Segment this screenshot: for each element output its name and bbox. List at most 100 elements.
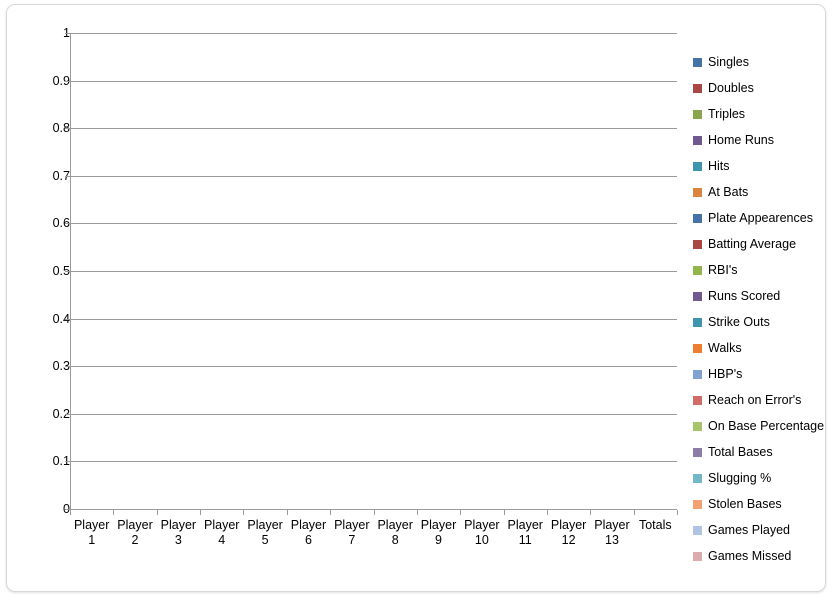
legend-label: On Base Percentage [708,418,825,433]
legend-item[interactable]: Doubles [693,75,825,101]
legend-swatch-icon [693,265,702,275]
legend-item[interactable]: Total Bases [693,439,825,465]
x-axis-category-line1: Totals [638,518,672,532]
gridline [70,223,677,225]
x-axis-category-line1: Player [420,518,457,532]
x-axis-category-label: Player 12 [547,518,590,548]
legend-item[interactable]: Singles [693,49,825,75]
legend-swatch-icon [693,213,702,223]
legend-item[interactable]: HBP's [693,361,825,387]
legend-swatch-icon [693,369,702,379]
legend-label: Batting Average [708,236,797,251]
x-axis-category-line2: 13 [605,533,619,547]
y-axis-tick-label: 0.6 [52,216,70,231]
legend-label: Total Bases [708,444,773,459]
x-axis-category-line1: Player [117,518,153,532]
x-axis-category-label: Player 6 [287,518,330,548]
legend-item[interactable]: On Base Percentage [693,413,825,439]
legend-item[interactable]: Games Missed [693,543,825,569]
legend-item[interactable]: Runs Scored [693,283,825,309]
x-axis-category-line2: 8 [391,533,399,547]
legend-swatch-icon [693,135,702,145]
legend-item[interactable]: Triples [693,101,825,127]
legend-swatch-icon [693,109,702,119]
x-axis-category-line2: 7 [348,533,356,547]
x-axis-category-line1: Player [594,518,630,532]
x-axis-category-line1: Player [204,518,240,532]
x-axis-category-line2: 2 [131,533,139,547]
x-axis-category-line2: 6 [304,533,312,547]
legend-item[interactable]: Strike Outs [693,309,825,335]
legend-swatch-icon [693,525,702,535]
legend-item[interactable]: Plate Appearences [693,205,825,231]
gridline [70,33,677,34]
y-axis-tick-label: 0.9 [52,73,70,88]
x-axis-category-line1: Player [160,518,197,532]
x-axis-category-line2: 10 [474,533,489,547]
x-axis-category-label: Player 7 [330,518,373,548]
x-axis-category-line2: 12 [561,533,576,547]
legend-item[interactable]: Home Runs [693,127,825,153]
legend-swatch-icon [693,317,702,327]
legend-label: Reach on Error's [708,392,802,407]
x-axis-category-line1: Player [550,518,587,532]
x-axis-category-label: Player 2 [113,518,156,548]
x-axis-tick-mark [287,510,288,515]
x-axis-category-label: Player 9 [417,518,460,548]
x-axis-category-line1: Player [464,518,500,532]
legend-swatch-icon [693,187,702,197]
x-axis-category-line2: 5 [261,533,269,547]
chart-legend: Singles Doubles Triples Home Runs Hits At Bat… [693,49,825,569]
legend-label: Games Missed [708,548,792,563]
legend-swatch-icon [693,239,702,249]
x-axis-category-label: Player 10 [460,518,503,548]
legend-item[interactable]: Batting Average [693,231,825,257]
x-axis-tick-mark [200,510,201,515]
x-axis-category-label: Player 11 [504,518,547,548]
legend-item[interactable]: RBI's [693,257,825,283]
legend-swatch-icon [693,421,702,431]
legend-item[interactable]: Hits [693,153,825,179]
legend-item[interactable]: Walks [693,335,825,361]
legend-item[interactable]: Slugging % [693,465,825,491]
x-axis-tick-mark [504,510,505,515]
legend-item[interactable]: Reach on Error's [693,387,825,413]
y-axis-tick-label: 0.7 [52,168,70,183]
x-axis-tick-mark [634,510,635,515]
legend-label: HBP's [708,366,743,381]
legend-label: Stolen Bases [708,496,782,511]
legend-item[interactable]: At Bats [693,179,825,205]
x-axis-tick-mark [374,510,375,515]
legend-label: Singles [708,54,749,69]
x-axis-category-label: Player 13 [590,518,633,548]
legend-swatch-icon [693,395,702,405]
x-axis-tick-mark [460,510,461,515]
x-axis-category-line1: Player [247,518,283,532]
legend-label: Strike Outs [708,314,770,329]
x-axis-category-label: Totals [634,518,677,533]
legend-item[interactable]: Games Played [693,517,825,543]
legend-label: Walks [708,340,742,355]
legend-swatch-icon [693,291,702,301]
legend-label: At Bats [708,184,749,199]
gridline [70,318,677,320]
y-axis-tick-label: 0.2 [52,406,70,421]
legend-item[interactable]: Stolen Bases [693,491,825,517]
legend-label: RBI's [708,262,738,277]
y-axis-tick-label: 0.4 [52,311,70,326]
x-axis-tick-mark [547,510,548,515]
x-axis-category-line1: Player [334,518,370,532]
x-axis-tick-mark [677,510,678,515]
x-axis-category-line2: 3 [174,533,182,547]
legend-label: Games Played [708,522,790,537]
y-axis-tick-label: 0.3 [52,359,70,374]
x-axis-category-line1: Player [73,518,110,532]
x-axis-category-line2: 11 [518,533,532,547]
x-axis-tick-mark [417,510,418,515]
x-axis-category-label: Player 5 [243,518,286,548]
x-axis-category-label: Player 4 [200,518,243,548]
legend-label: Doubles [708,80,754,95]
chart-plot-area[interactable]: 10.90.80.70.60.50.40.30.20.10 Player1Pla… [7,5,827,593]
legend-swatch-icon [693,343,702,353]
gridline [70,461,677,463]
